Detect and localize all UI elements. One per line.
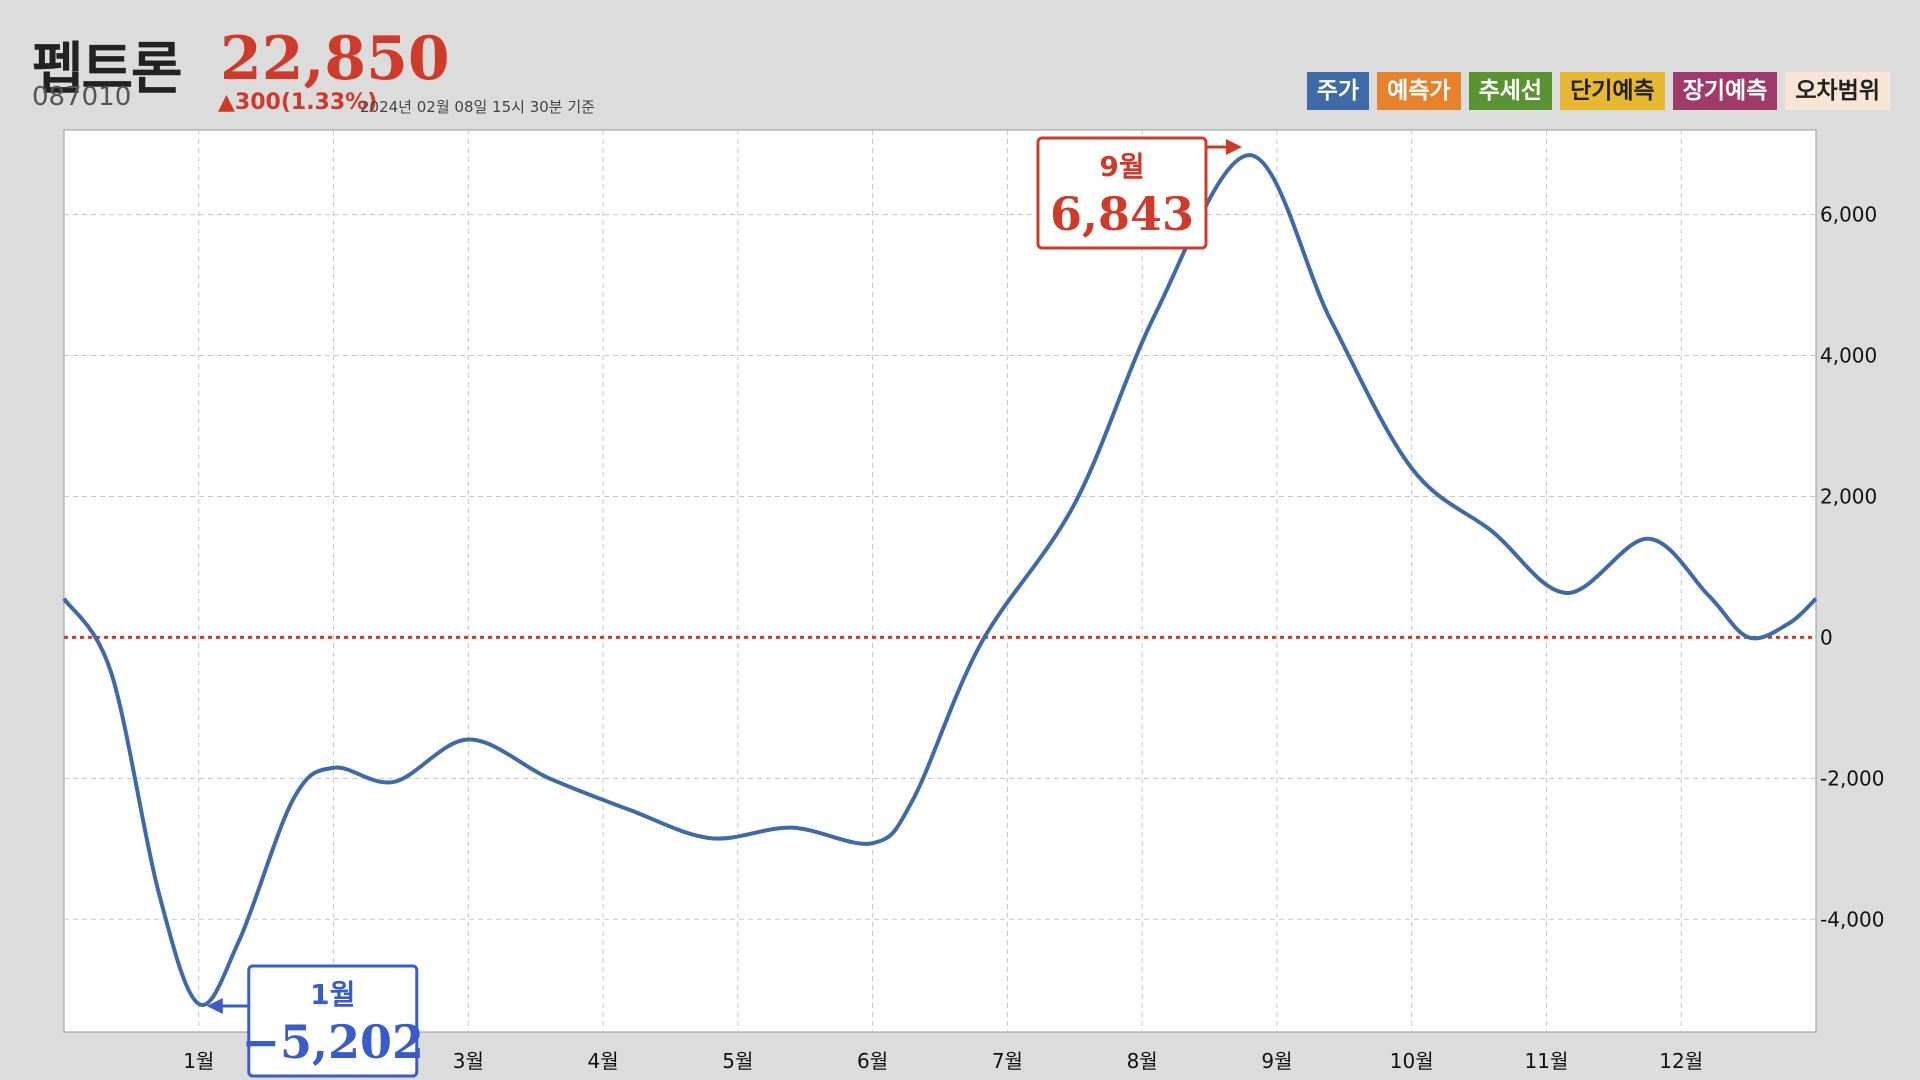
- annotation-value: −5,202: [241, 1015, 424, 1069]
- y-tick-label: 2,000: [1820, 484, 1877, 508]
- annotation-month: 1월: [310, 978, 355, 1011]
- annotation-month: 9월: [1099, 150, 1144, 183]
- line-chart: 6,0004,0002,0000-2,000-4,0001월2월3월4월5월6월…: [62, 129, 1884, 1078]
- x-tick-label: 8월: [1127, 1049, 1158, 1073]
- x-tick-label: 5월: [722, 1049, 753, 1073]
- plot-area: [63, 129, 1817, 1033]
- x-tick-label: 11월: [1525, 1049, 1569, 1073]
- x-tick-label: 12월: [1659, 1049, 1703, 1073]
- x-tick-label: 7월: [992, 1049, 1023, 1073]
- x-tick-label: 10월: [1390, 1049, 1434, 1073]
- y-tick-label: 6,000: [1820, 203, 1877, 227]
- annotation-value: 6,843: [1050, 187, 1194, 241]
- x-tick-label: 6월: [857, 1049, 888, 1073]
- y-tick-label: 4,000: [1820, 344, 1877, 368]
- x-tick-label: 9월: [1261, 1049, 1292, 1073]
- x-tick-label: 4월: [588, 1049, 619, 1073]
- y-tick-label: 0: [1820, 625, 1833, 649]
- x-tick-label: 3월: [453, 1049, 484, 1073]
- x-tick-label: 1월: [183, 1049, 214, 1073]
- y-tick-label: -4,000: [1820, 907, 1884, 931]
- y-tick-label: -2,000: [1820, 766, 1884, 790]
